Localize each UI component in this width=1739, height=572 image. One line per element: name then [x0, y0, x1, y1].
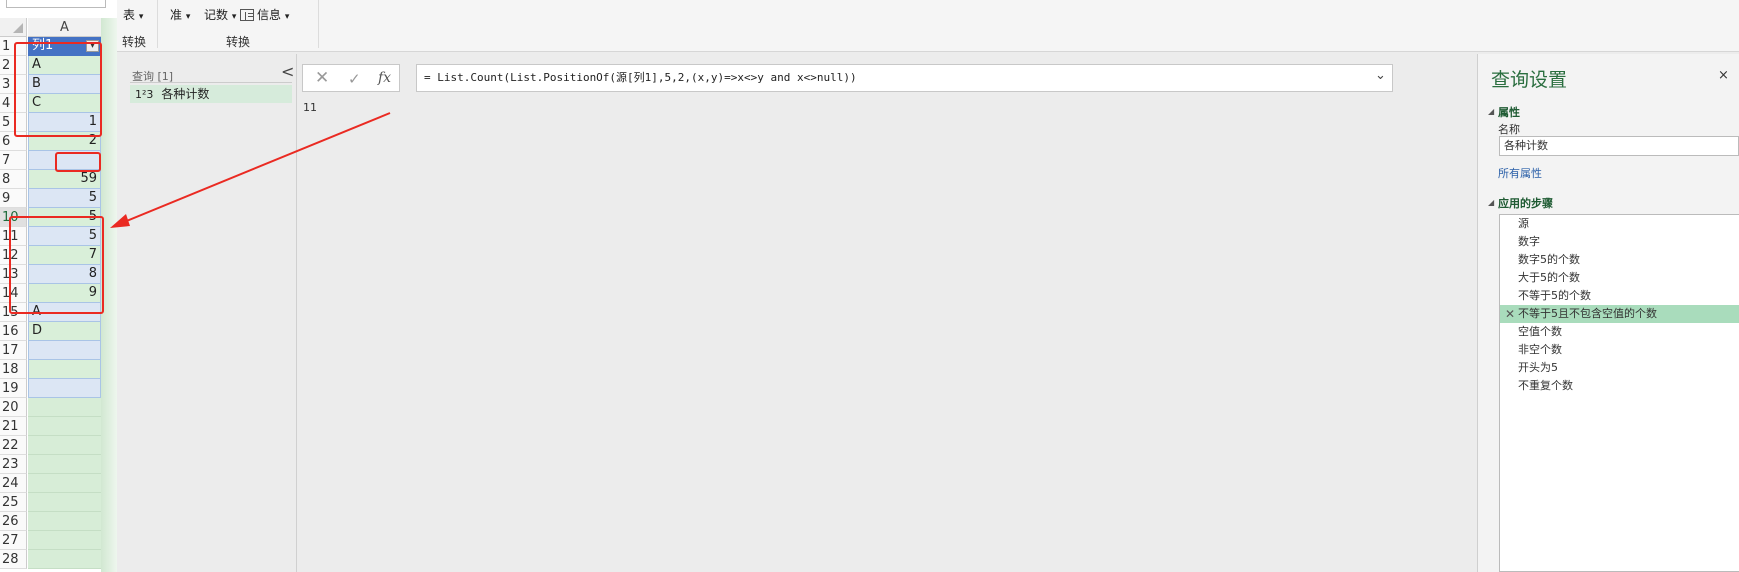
- annotation-arrow-line: [123, 112, 391, 223]
- annotation-arrow: [110, 112, 391, 228]
- annotation-arrow-head: [110, 214, 130, 228]
